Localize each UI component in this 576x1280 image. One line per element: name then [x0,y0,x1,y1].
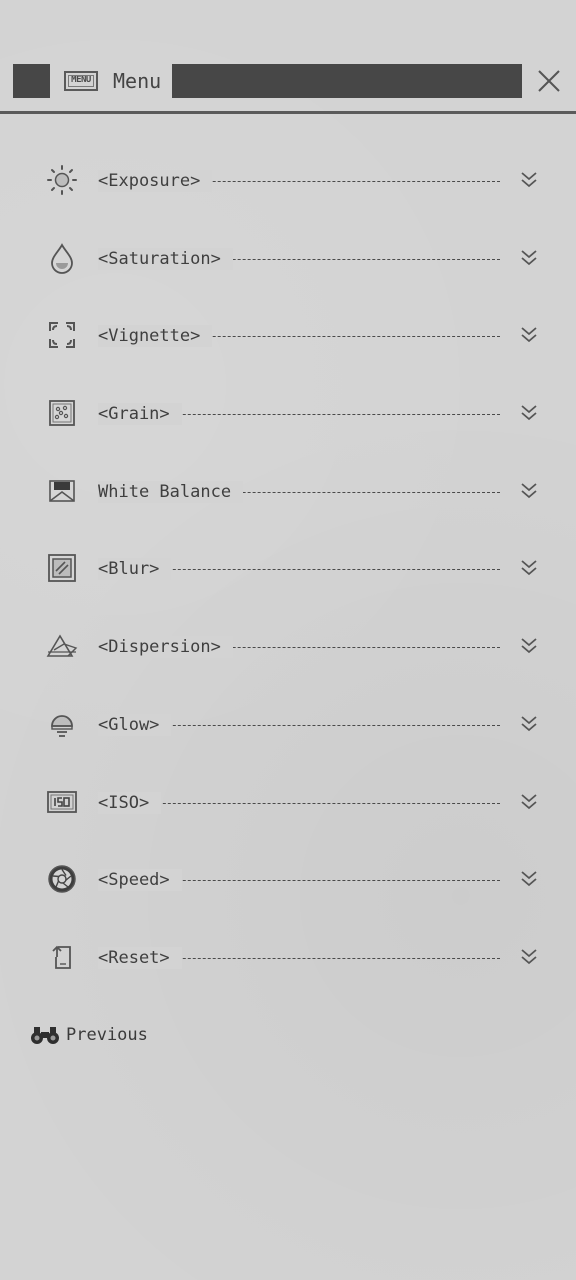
menu-item-vignette[interactable]: <Vignette> [0,297,576,375]
menu-item-saturation[interactable]: <Saturation> [0,220,576,298]
reset-icon [46,941,78,973]
sun-icon [46,164,78,196]
close-icon [538,70,560,92]
double-chevron-down-icon[interactable] [518,946,540,968]
page-title: Menu [113,69,162,93]
double-chevron-down-icon[interactable] [518,169,540,191]
menu-item-label: <Glow> [98,713,172,736]
double-chevron-down-icon[interactable] [518,868,540,890]
header-left-block[interactable] [13,64,50,98]
menu-item-reset[interactable]: <Reset> [0,919,576,997]
menu-item-speed[interactable]: <Speed> [0,841,576,919]
double-chevron-down-icon[interactable] [518,557,540,579]
menu-item-label: <Blur> [98,558,172,581]
menu-item-label: <Vignette> [98,325,213,348]
iso-icon [46,786,78,818]
previous-link[interactable]: Previous [30,1022,148,1048]
menu-item-label: <Saturation> [98,247,233,270]
menu-item-label: <Reset> [98,946,182,969]
menu-item-grain[interactable]: <Grain> [0,375,576,453]
menu-item-blur[interactable]: <Blur> [0,530,576,608]
menu-item-white-balance[interactable]: White Balance [0,453,576,531]
menu-item-label: <ISO> [98,791,162,814]
dispersion-icon [46,630,78,662]
shutter-icon [46,863,78,895]
double-chevron-down-icon[interactable] [518,247,540,269]
menu-item-label: <Dispersion> [98,636,233,659]
menu-item-label: <Speed> [98,869,182,892]
menu-item-iso[interactable]: <ISO> [0,764,576,842]
previous-label: Previous [66,1025,148,1045]
menu-item-label: <Exposure> [98,170,213,192]
header: MENU Menu [0,0,576,114]
menu-item-glow[interactable]: <Glow> [0,686,576,764]
double-chevron-down-icon[interactable] [518,480,540,502]
double-chevron-down-icon[interactable] [518,791,540,813]
double-chevron-down-icon[interactable] [518,324,540,346]
vignette-corners-icon [46,319,78,351]
header-title-bar [172,64,522,98]
grain-icon [46,397,78,429]
close-button[interactable] [536,68,562,94]
droplet-icon [46,242,78,274]
menu-badge-icon: MENU [64,71,98,91]
blur-icon [46,552,78,584]
menu-item-dispersion[interactable]: <Dispersion> [0,608,576,686]
menu-item-label: <Grain> [98,403,182,426]
header-divider [0,111,576,114]
white-balance-icon [46,475,78,507]
binoculars-icon [31,1027,59,1044]
menu-item-label: White Balance [98,480,244,503]
menu-item-exposure[interactable]: <Exposure> [0,142,576,220]
double-chevron-down-icon[interactable] [518,635,540,657]
double-chevron-down-icon[interactable] [518,402,540,424]
double-chevron-down-icon[interactable] [518,713,540,735]
glow-icon [46,708,78,740]
menu-list: <Exposure> <Saturation> <Vignette> <Grai… [0,142,576,997]
